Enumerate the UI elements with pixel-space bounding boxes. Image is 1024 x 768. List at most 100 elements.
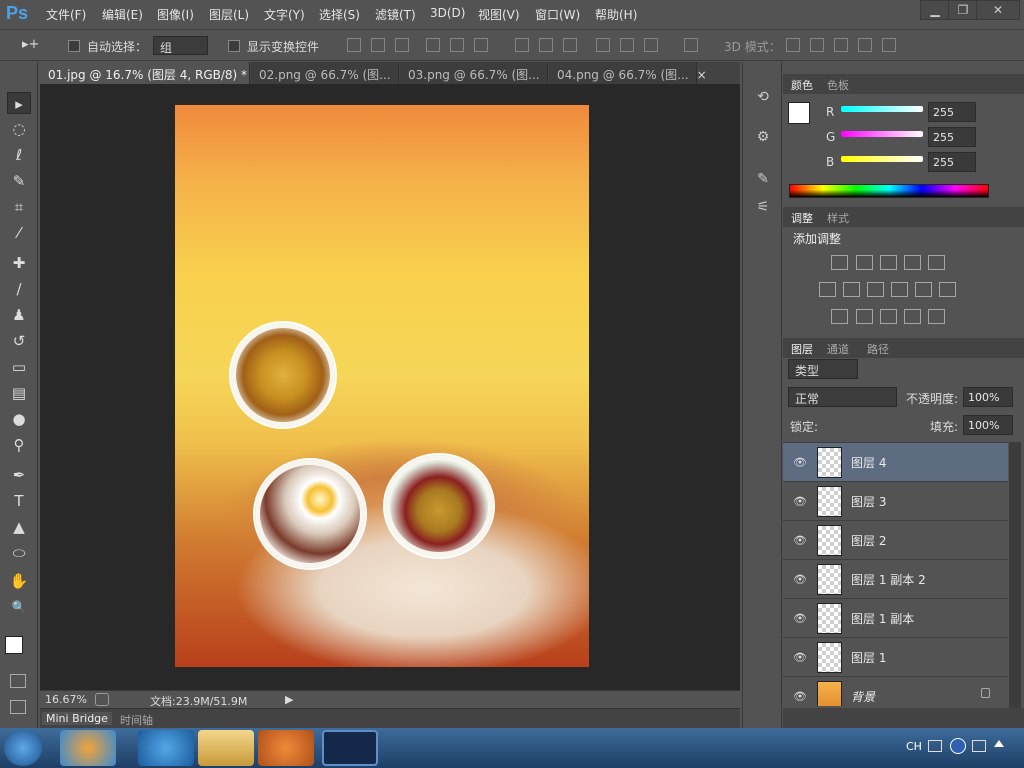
tab-03-png[interactable]: 03.png @ 66.7% (图...×: [400, 62, 558, 84]
tab-mini-bridge[interactable]: Mini Bridge: [42, 712, 112, 725]
language-indicator[interactable]: CH: [906, 740, 922, 753]
channel-b-value[interactable]: 255: [928, 152, 976, 172]
threshold-icon[interactable]: [880, 309, 897, 324]
layer-row[interactable]: 👁 图层 2: [783, 520, 1008, 559]
menu-view[interactable]: 视图(V): [478, 6, 520, 23]
lasso-icon[interactable]: ℓ: [7, 144, 31, 166]
network-icon[interactable]: [972, 740, 986, 752]
show-transform-checkbox[interactable]: [228, 40, 240, 52]
healing-brush-icon[interactable]: ✚: [7, 252, 31, 274]
status-menu-icon[interactable]: [95, 693, 109, 706]
help-icon[interactable]: [950, 738, 966, 754]
tab-swatches[interactable]: 色板: [827, 77, 849, 93]
3d-pan-icon[interactable]: [834, 38, 848, 52]
layer-filter-dropdown[interactable]: 类型: [788, 359, 858, 379]
brightness-icon[interactable]: [831, 255, 848, 270]
screen-mode-icon[interactable]: [10, 700, 26, 714]
layer-name[interactable]: 图层 1 副本: [851, 610, 914, 627]
posterize-icon[interactable]: [856, 309, 873, 324]
visibility-eye-icon[interactable]: 👁: [793, 651, 807, 664]
tab-adjustments[interactable]: 调整: [791, 210, 813, 226]
status-arrow-icon[interactable]: ▶: [285, 693, 293, 706]
align-bottom-icon[interactable]: [395, 38, 409, 52]
tab-02-png[interactable]: 02.png @ 66.7% (图...×: [251, 62, 409, 84]
layer-name[interactable]: 图层 3: [851, 493, 886, 510]
color-balance-icon[interactable]: [843, 282, 860, 297]
distribute-bottom-icon[interactable]: [563, 38, 577, 52]
menu-window[interactable]: 窗口(W): [535, 6, 580, 23]
blend-mode-dropdown[interactable]: 正常: [788, 387, 897, 407]
history-brush-icon[interactable]: ↺: [7, 330, 31, 352]
exposure-icon[interactable]: [904, 255, 921, 270]
tab-color[interactable]: 颜色: [791, 77, 813, 93]
distribute-vcenter-icon[interactable]: [539, 38, 553, 52]
tab-channels[interactable]: 通道: [827, 341, 849, 357]
channel-g-value[interactable]: 255: [928, 127, 976, 147]
layer-row[interactable]: 👁 图层 1 副本: [783, 598, 1008, 637]
minimize-icon[interactable]: ▁: [920, 0, 950, 20]
visibility-eye-icon[interactable]: 👁: [793, 495, 807, 508]
blur-icon[interactable]: ●: [7, 408, 31, 430]
channel-mixer-icon[interactable]: [915, 282, 932, 297]
move-tool-preset-icon[interactable]: ▸+: [22, 37, 39, 52]
fill-value[interactable]: 100%: [963, 415, 1013, 435]
3d-scale-icon[interactable]: [882, 38, 896, 52]
curves-icon[interactable]: [880, 255, 897, 270]
brush-panel-icon[interactable]: ✎: [752, 168, 774, 190]
visibility-eye-icon[interactable]: 👁: [793, 573, 807, 586]
move-icon[interactable]: ▸: [7, 92, 31, 114]
zoom-icon[interactable]: 🔍: [7, 596, 31, 618]
tray-expand-icon[interactable]: [994, 740, 1004, 747]
layers-scrollbar[interactable]: [1009, 442, 1021, 708]
3d-rotate-icon[interactable]: [786, 38, 800, 52]
visibility-eye-icon[interactable]: 👁: [793, 690, 807, 703]
noodles-photo[interactable]: [231, 323, 335, 427]
channel-r-value[interactable]: 255: [928, 102, 976, 122]
properties-panel-icon[interactable]: ⚙: [752, 126, 774, 148]
eraser-icon[interactable]: ▭: [7, 356, 31, 378]
dodge-icon[interactable]: ⚲: [7, 434, 31, 456]
menu-edit[interactable]: 编辑(E): [102, 6, 143, 23]
pen-icon[interactable]: ✒: [7, 464, 31, 486]
photoshop-task-icon[interactable]: [322, 730, 378, 766]
selective-color-icon[interactable]: [928, 309, 945, 324]
close-icon[interactable]: ×: [697, 68, 707, 82]
align-top-icon[interactable]: [347, 38, 361, 52]
quick-mask-icon[interactable]: [10, 674, 26, 688]
layer-row[interactable]: 👁 图层 1 副本 2: [783, 559, 1008, 598]
gradient-map-icon[interactable]: [904, 309, 921, 324]
layer-name[interactable]: 图层 1: [851, 649, 886, 666]
gradient-icon[interactable]: ▤: [7, 382, 31, 404]
layer-name[interactable]: 图层 2: [851, 532, 886, 549]
align-vcenter-icon[interactable]: [371, 38, 385, 52]
menu-file[interactable]: 文件(F): [46, 6, 86, 23]
crop-icon[interactable]: ⌗: [7, 196, 31, 218]
channel-g-slider[interactable]: [841, 131, 923, 137]
stamp-icon[interactable]: ♟: [7, 304, 31, 326]
layer-name[interactable]: 图层 1 副本 2: [851, 571, 926, 588]
auto-select-checkbox[interactable]: [68, 40, 80, 52]
ie-browser-icon[interactable]: [138, 730, 194, 766]
align-left-icon[interactable]: [426, 38, 440, 52]
distribute-right-icon[interactable]: [644, 38, 658, 52]
menu-help[interactable]: 帮助(H): [595, 6, 637, 23]
layer-row[interactable]: 👁 图层 3: [783, 481, 1008, 520]
visibility-eye-icon[interactable]: 👁: [793, 612, 807, 625]
tab-paths[interactable]: 路径: [867, 341, 889, 357]
photo-filter-icon[interactable]: [891, 282, 908, 297]
marquee-icon[interactable]: ◌: [7, 118, 31, 140]
menu-layer[interactable]: 图层(L): [209, 6, 249, 23]
hsl-icon[interactable]: [819, 282, 836, 297]
invert-icon[interactable]: [831, 309, 848, 324]
menu-3d[interactable]: 3D(D): [430, 6, 465, 20]
file-explorer-icon[interactable]: [198, 730, 254, 766]
foreground-color-swatch[interactable]: [5, 636, 23, 654]
menu-select[interactable]: 选择(S): [319, 6, 360, 23]
color-spectrum-bar[interactable]: [789, 184, 989, 198]
layer-row[interactable]: 👁 图层 4: [783, 442, 1008, 481]
history-panel-icon[interactable]: ⟲: [752, 86, 774, 108]
channel-b-slider[interactable]: [841, 156, 923, 162]
bw-icon[interactable]: [867, 282, 884, 297]
keyboard-icon[interactable]: [928, 740, 942, 752]
type-icon[interactable]: T: [7, 490, 31, 512]
